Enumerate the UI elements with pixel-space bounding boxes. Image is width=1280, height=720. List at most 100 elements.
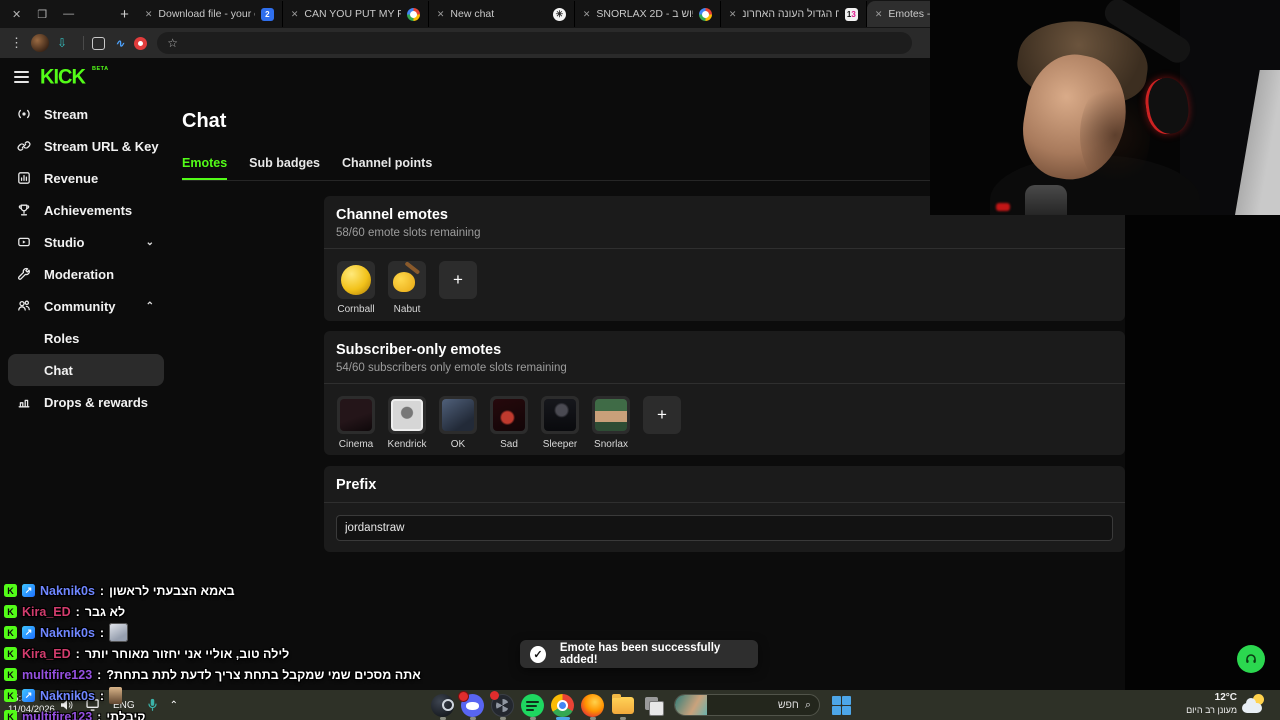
sidebar-item-chat[interactable]: Chat xyxy=(8,354,164,386)
weather-desc: מעונן רב היום xyxy=(1186,705,1237,715)
chat-separator: : xyxy=(97,709,102,720)
chat-username[interactable]: Naknik0s xyxy=(40,689,95,703)
chat-username[interactable]: Kira_ED xyxy=(22,647,71,661)
tab-close-icon[interactable]: ✕ xyxy=(437,9,445,20)
chevron-down-icon[interactable]: ⌄ xyxy=(146,237,154,248)
emote-item: OK xyxy=(438,396,478,450)
new-tab-button[interactable]: + xyxy=(120,6,129,23)
sidebar-item-label: Chat xyxy=(44,362,73,378)
tab-close-icon[interactable]: ✕ xyxy=(729,9,737,20)
chat-username[interactable]: Naknik0s xyxy=(40,584,95,598)
browser-menu-icon[interactable]: ⋮ xyxy=(10,35,23,51)
page-title: Chat xyxy=(182,110,227,132)
emote-label: Sad xyxy=(500,439,518,450)
address-bar[interactable]: ☆ xyxy=(157,32,913,54)
obs-icon[interactable] xyxy=(490,690,515,720)
sidebar-item-moderation[interactable]: Moderation xyxy=(0,258,170,290)
sidebar-item-stream[interactable]: Stream xyxy=(0,98,170,130)
prefix-input[interactable] xyxy=(336,515,1113,541)
sidebar-item-label: Drops & rewards xyxy=(44,394,149,410)
chat-username[interactable]: multifire123 xyxy=(22,710,92,720)
chat-emote-image xyxy=(109,623,129,642)
prefix-card: Prefix xyxy=(324,466,1125,552)
chat-message: K Kira_ED : לא גבר xyxy=(4,601,464,622)
firefox-icon[interactable] xyxy=(580,693,605,720)
weather-widget[interactable]: 12°C מעונן רב היום xyxy=(1186,692,1266,716)
browser-tab[interactable]: ✕ Download file - your con 2 xyxy=(137,1,283,27)
red-extension-icon[interactable] xyxy=(134,36,148,50)
tab-close-icon[interactable]: ✕ xyxy=(291,9,299,20)
card-subtitle: 54/60 subscribers only emote slots remai… xyxy=(336,362,567,374)
add-subscriber-emote-button[interactable]: + xyxy=(643,396,681,434)
emote-image-cornball[interactable] xyxy=(337,261,375,299)
profile-avatar[interactable] xyxy=(31,34,49,52)
kick-badge-icon: K xyxy=(4,605,17,618)
sidebar-item-drops-rewards[interactable]: Drops & rewards xyxy=(0,386,170,418)
blue-extension-icon[interactable]: ∿ xyxy=(115,37,124,50)
sidebar-item-revenue[interactable]: Revenue xyxy=(0,162,170,194)
sidebar-item-roles[interactable]: Roles xyxy=(0,322,170,354)
browser-tab[interactable]: ✕ CAN YOU PUT MY FACE I xyxy=(283,1,429,27)
chat-separator: : xyxy=(99,625,105,640)
extension-icon[interactable] xyxy=(92,36,106,50)
kick-badge-icon: K xyxy=(4,584,17,597)
spotify-icon[interactable] xyxy=(520,693,545,720)
browser-tab[interactable]: ✕ SNORLAX 2D - חיפוש ב-G xyxy=(575,1,721,27)
tab-emotes[interactable]: Emotes xyxy=(182,156,228,180)
tab-title: SNORLAX 2D - חיפוש ב-G xyxy=(596,8,692,20)
tab-channel-points[interactable]: Channel points xyxy=(342,156,432,180)
google-favicon xyxy=(406,7,420,21)
add-emote-button[interactable]: + xyxy=(439,261,477,299)
chat-overlay: K ↗ Naknik0s : באמא הצבעתי לראשון K Kira… xyxy=(4,580,464,720)
mod-badge-icon: ↗ xyxy=(22,584,35,597)
emote-image-snorlax[interactable] xyxy=(592,396,630,434)
window-minimize-button[interactable]: — xyxy=(63,8,74,20)
tab-title: Download file - your con xyxy=(158,8,254,20)
sidebar-item-stream-url-key[interactable]: Stream URL & Key xyxy=(0,130,170,162)
taskbar-search[interactable]: חפש ⌕ xyxy=(674,694,820,716)
browser-tab[interactable]: ✕ New chat ✳ xyxy=(429,1,575,27)
emote-image-ok[interactable] xyxy=(439,396,477,434)
windows-start-button[interactable] xyxy=(829,693,854,718)
kick-badge-icon: K xyxy=(4,710,17,720)
chrome-icon[interactable] xyxy=(550,693,575,720)
window-close-button[interactable]: ✕ xyxy=(12,8,21,21)
sidebar-item-label: Stream URL & Key xyxy=(44,138,159,154)
tab-close-icon[interactable]: ✕ xyxy=(583,9,591,20)
emote-image-cinema[interactable] xyxy=(337,396,375,434)
desktop-screen: ✕ ❐ — + ✕ Download file - your con 2 ✕ C… xyxy=(0,0,1280,720)
emote-image-kendrick[interactable] xyxy=(388,396,426,434)
channel13-favicon: 13 xyxy=(844,7,858,21)
chat-text: באמא הצבעתי לראשון xyxy=(109,583,235,598)
chat-username[interactable]: Kira_ED xyxy=(22,605,71,619)
kick-badge-icon: K xyxy=(4,626,17,639)
emote-image-nabut[interactable] xyxy=(388,261,426,299)
chevron-up-icon[interactable]: ⌃ xyxy=(146,301,154,312)
tab-close-icon[interactable]: ✕ xyxy=(145,9,153,20)
microphone xyxy=(1025,185,1067,215)
emote-label: Cinema xyxy=(338,439,374,450)
emote-image-sleeper[interactable] xyxy=(541,396,579,434)
chat-separator: : xyxy=(99,688,105,703)
emote-image-sad[interactable] xyxy=(490,396,528,434)
tab-title: New chat xyxy=(450,8,495,20)
bookmark-star-icon[interactable]: ☆ xyxy=(167,36,178,50)
support-chat-button[interactable] xyxy=(1237,645,1265,673)
file-explorer-icon[interactable] xyxy=(610,693,635,720)
tab-title: CAN YOU PUT MY FACE I xyxy=(304,8,401,20)
tab-sub-badges[interactable]: Sub badges xyxy=(249,156,320,180)
kick-logo[interactable]: KICK xyxy=(40,65,86,90)
chat-separator: : xyxy=(75,646,80,661)
window-restore-button[interactable]: ❐ xyxy=(37,8,47,21)
chat-username[interactable]: Naknik0s xyxy=(40,626,95,640)
tab-close-icon[interactable]: ✕ xyxy=(875,9,883,20)
chat-username[interactable]: multifire123 xyxy=(22,668,92,682)
sidebar-item-community[interactable]: Community ⌃ xyxy=(0,290,170,322)
download-manager-icon[interactable]: ⇩ xyxy=(57,36,67,50)
browser-tab[interactable]: ✕ האח הגדול העונה האחרונ 13 xyxy=(721,1,867,27)
window-switcher-icon[interactable] xyxy=(640,693,665,718)
sidebar-item-studio[interactable]: Studio ⌄ xyxy=(0,226,170,258)
sidebar-item-achievements[interactable]: Achievements xyxy=(0,194,170,226)
hamburger-menu-icon[interactable] xyxy=(14,71,29,83)
kick-badge-icon: K xyxy=(4,647,17,660)
